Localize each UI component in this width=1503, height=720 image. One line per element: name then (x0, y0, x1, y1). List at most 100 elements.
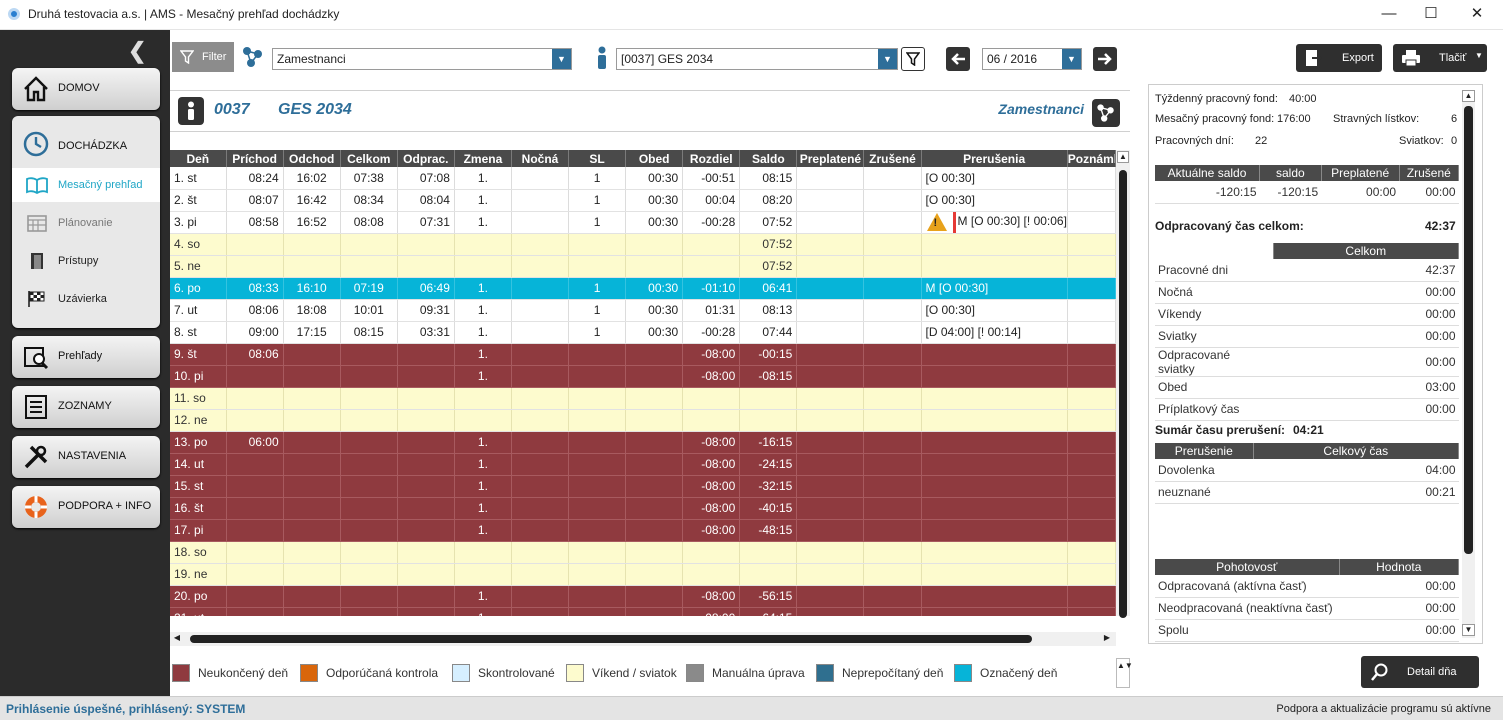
nav-podpora[interactable]: PODPORA + INFO (12, 486, 160, 528)
maximize-button[interactable]: ☐ (1408, 4, 1454, 26)
table-cell (511, 343, 570, 366)
table-row[interactable]: 21. ut 1. -08:00-64:15 (170, 607, 1116, 616)
table-row[interactable]: 4. so 07:52 (170, 233, 1116, 256)
scroll-thumb[interactable] (190, 635, 1032, 643)
scroll-down-icon[interactable]: ▼ (1462, 624, 1475, 636)
close-button[interactable]: ✕ (1454, 4, 1500, 26)
app-logo-icon (8, 8, 20, 20)
table-row[interactable]: 9. št 08:06 1. -08:00 -00:15 (170, 343, 1116, 366)
table-cell (226, 541, 284, 564)
scroll-up-icon[interactable]: ▲ (1117, 151, 1129, 163)
table-row[interactable]: 20. po 1. -08:00 -56:15 (170, 585, 1116, 608)
table-cell (796, 299, 865, 322)
table-row[interactable]: 3. pi 08:58 16:52 08:08 07:31 1. 1 00:30 -00:28 0… (170, 211, 1116, 234)
nav-mesacny-prehlad[interactable]: Mesačný prehľad (12, 168, 160, 202)
nav-pristupy[interactable]: Prístupy (12, 244, 160, 278)
table-cell (796, 255, 865, 278)
summary-cell: Obed (1155, 376, 1273, 399)
grid-col-header[interactable]: Zmena (454, 150, 512, 167)
table-cell (796, 585, 865, 608)
export-button[interactable]: Export (1296, 44, 1382, 72)
table-row[interactable]: 10. pi 1. -08:00 -08:15 (170, 365, 1116, 388)
summary-cell: 42:37 (1273, 259, 1459, 282)
table-row[interactable]: 14. ut 1. -08:00 -24:15 (170, 453, 1116, 476)
table-row[interactable]: 16. št 1. -08:00 -40:15 (170, 497, 1116, 520)
scroll-left-icon[interactable]: ◀ (170, 633, 184, 645)
table-cell (226, 585, 284, 608)
prev-month-button[interactable] (946, 47, 970, 71)
table-cell: -01:10 (682, 277, 741, 300)
summary-scrollbar[interactable]: ▲ ▼ (1462, 90, 1475, 638)
table-cell: 06:49 (397, 277, 455, 300)
employee-filter-button[interactable] (901, 47, 925, 71)
grid-horizontal-scrollbar[interactable]: ◀ ▶ (170, 632, 1116, 646)
group-badge[interactable] (1092, 99, 1120, 127)
table-row[interactable]: 5. ne 07:52 (170, 255, 1116, 278)
scroll-thumb[interactable] (1119, 170, 1127, 618)
table-row[interactable]: 6. po 08:33 16:10 07:19 06:49 1. 1 00:30 -01:10 0… (170, 277, 1116, 300)
minimize-button[interactable]: — (1366, 4, 1412, 26)
chevron-down-icon[interactable]: ▼ (1475, 51, 1483, 60)
period-select[interactable]: 06 / 2016 ▼ (982, 48, 1082, 70)
table-cell (340, 475, 398, 498)
table-cell (568, 541, 627, 564)
nav-dochadzka[interactable]: DOCHÁDZKA (12, 116, 160, 172)
table-cell: 17:15 (283, 321, 341, 344)
table-row[interactable]: 15. st 1. -08:00 -32:15 (170, 475, 1116, 498)
grid-vertical-scrollbar[interactable]: ▲ (1116, 150, 1130, 618)
table-cell: 07:31 (397, 211, 455, 234)
nav-uzavierka[interactable]: Uzávierka (12, 282, 160, 316)
grid-col-header[interactable]: Odprac. (397, 150, 455, 167)
table-cell: -00:28 (682, 211, 741, 234)
grid-col-header[interactable]: SL (568, 150, 627, 167)
grid-col-header[interactable]: Zrušené (863, 150, 922, 167)
grid-col-header[interactable]: Obed (625, 150, 684, 167)
grid-col-header[interactable]: Nočná (511, 150, 570, 167)
nav-planovanie[interactable]: Plánovanie (12, 206, 160, 240)
table-row[interactable]: 12. ne (170, 409, 1116, 432)
table-row[interactable]: 11. so (170, 387, 1116, 410)
table-cell: 00:30 (625, 277, 684, 300)
grid-col-header[interactable]: Poznámk (1067, 150, 1116, 167)
table-row[interactable]: 13. po 06:00 1. -08:00 -16:15 (170, 431, 1116, 454)
grid-col-header[interactable]: Prerušenia (921, 150, 1068, 167)
table-row[interactable]: 1. st 08:24 16:02 07:38 07:08 1. 1 00:30 -00:51 0… (170, 167, 1116, 190)
print-button[interactable]: Tlačiť ▼ (1393, 44, 1487, 72)
table-cell (796, 233, 865, 256)
next-month-button[interactable] (1093, 47, 1117, 71)
scroll-thumb[interactable] (1464, 106, 1473, 554)
saldo-col-header: saldo (1259, 165, 1322, 181)
table-row[interactable]: 19. ne (170, 563, 1116, 586)
table-row[interactable]: 2. št 08:07 16:42 08:34 08:04 1. 1 00:30 00:04 08… (170, 189, 1116, 212)
filter-button[interactable]: Filter (172, 42, 234, 72)
scroll-right-icon[interactable]: ▶ (1100, 633, 1114, 645)
grid-col-header[interactable]: Saldo (739, 150, 798, 167)
attendance-table: Deň Príchod Odchod Celkom Odprac. Zmena Nočná S… (170, 150, 1116, 616)
summary-cell: Odpracovaná (aktívna časť) (1155, 575, 1339, 598)
table-cell (397, 607, 455, 616)
group-select[interactable]: Zamestnanci ▼ (272, 48, 572, 70)
table-row[interactable]: 17. pi 1. -08:00 -48:15 (170, 519, 1116, 542)
table-row[interactable]: 18. so (170, 541, 1116, 564)
grid-col-header[interactable]: Deň (170, 150, 227, 167)
nav-prehlady[interactable]: Prehľady (12, 336, 160, 378)
nav-nastavenia[interactable]: NASTAVENIA (12, 436, 160, 478)
table-row[interactable]: 7. ut 08:06 18:08 10:01 09:31 1. 1 00:30 01:31 08… (170, 299, 1116, 322)
day-detail-button[interactable]: Detail dňa (1361, 656, 1479, 688)
employee-select[interactable]: [0037] GES 2034 ▼ (616, 48, 898, 70)
legend-scroll[interactable]: ▲▼ (1116, 658, 1133, 688)
nav-domov[interactable]: DOMOV (12, 68, 160, 110)
grid-col-header[interactable]: Preplatené (796, 150, 865, 167)
scroll-up-icon[interactable]: ▲ (1462, 90, 1475, 102)
grid-col-header[interactable]: Odchod (283, 150, 341, 167)
grid-col-header[interactable]: Príchod (226, 150, 284, 167)
grid-col-header[interactable]: Rozdiel (682, 150, 741, 167)
table-row[interactable]: 8. st 09:00 17:15 08:15 03:31 1. 1 00:30 -00:28 0… (170, 321, 1116, 344)
grid-col-header[interactable]: Celkom (340, 150, 398, 167)
table-cell (796, 519, 865, 542)
nav-zoznamy[interactable]: ZOZNAMY (12, 386, 160, 428)
warning-icon[interactable]: ! (921, 211, 956, 232)
table-cell (283, 585, 341, 608)
collapse-sidebar-icon[interactable]: ❮ (128, 38, 146, 64)
table-cell: 06:00 (226, 431, 284, 454)
